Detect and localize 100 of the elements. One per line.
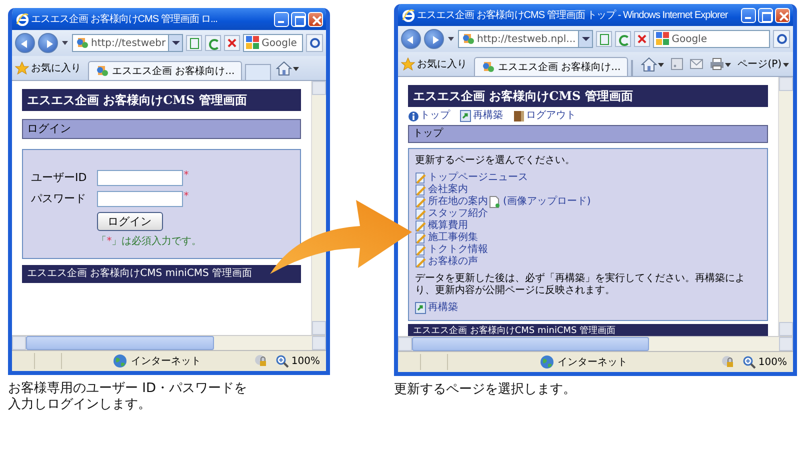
- page-link[interactable]: トップページニュース: [428, 172, 528, 184]
- browser-tab[interactable]: エスエス企画 お客様向け...: [474, 57, 628, 76]
- page-link[interactable]: お客様の声: [428, 256, 478, 268]
- globe-icon: [540, 355, 554, 369]
- page-icon: [75, 36, 89, 50]
- nav-link[interactable]: トップ: [420, 110, 450, 122]
- rebuild-link[interactable]: 再構築: [428, 302, 458, 314]
- maximize-button[interactable]: [291, 12, 306, 26]
- page-icon: [461, 32, 475, 46]
- page-link[interactable]: 所在地の案内: [428, 196, 488, 208]
- page-link[interactable]: 施工事例集: [428, 232, 478, 244]
- browser-tab[interactable]: エスエス企画 お客様向け...: [88, 61, 242, 80]
- padlock-icon: [721, 355, 736, 369]
- edit-page-icon: [415, 232, 427, 244]
- page-header: エスエス企画 お客様向けCMS 管理画面: [408, 85, 768, 108]
- globe-icon: [113, 354, 128, 368]
- zoom-button[interactable]: 100%: [741, 356, 789, 368]
- page-icon: [481, 60, 495, 74]
- search-field[interactable]: Google: [242, 34, 303, 52]
- zone-label: インターネット: [131, 355, 202, 368]
- page-link[interactable]: トクトク情報: [428, 244, 488, 256]
- login-button[interactable]: ログイン: [96, 212, 163, 231]
- window-title: エスエス企画 お客様向けCMS 管理画面 ロ...: [31, 12, 218, 26]
- mail-icon: [690, 59, 703, 69]
- caption-text: 更新するページを選択します。: [394, 382, 577, 398]
- rebuild-icon: [415, 302, 427, 314]
- notice-text: データを更新した後は、必ず「再構築」を実行してください。再構築により、更新内容が公開ページに反映されます。: [415, 273, 746, 298]
- vertical-scrollbar[interactable]: [778, 77, 793, 336]
- star-icon: [401, 57, 415, 71]
- horizontal-scrollbar[interactable]: [12, 335, 326, 350]
- search-field[interactable]: Google: [652, 30, 770, 48]
- maximize-button[interactable]: [758, 8, 773, 22]
- horizontal-scrollbar[interactable]: [398, 336, 793, 351]
- page-link[interactable]: 会社案内: [428, 184, 468, 196]
- search-provider-icon: [656, 32, 670, 46]
- door-icon: [513, 110, 525, 122]
- input-field[interactable]: [96, 170, 183, 186]
- favorites-button[interactable]: お気に入り: [15, 58, 85, 78]
- required-note: 「*」は必須入力です。: [96, 236, 203, 248]
- edit-page-icon: [415, 256, 427, 268]
- back-button[interactable]: [15, 33, 35, 53]
- required-mark: *: [184, 190, 190, 203]
- vertical-scrollbar[interactable]: [311, 81, 326, 335]
- zoom-button[interactable]: 100%: [274, 354, 322, 368]
- star-icon: [15, 61, 29, 75]
- address-field[interactable]: http://testwebr: [72, 34, 183, 52]
- feed-icon: [670, 58, 683, 70]
- page-header: エスエス企画 お客様向けCMS 管理画面: [22, 89, 301, 112]
- page-link[interactable]: スタッフ紹介: [428, 208, 488, 220]
- minimize-button[interactable]: [274, 12, 289, 26]
- required-mark: *: [184, 170, 190, 182]
- upload-link[interactable]: (画像アップロード): [503, 196, 591, 208]
- forward-button[interactable]: [38, 33, 58, 53]
- forward-button[interactable]: [424, 29, 444, 49]
- edit-page-icon: [415, 172, 427, 184]
- home-icon: [276, 60, 292, 76]
- back-button[interactable]: [401, 29, 421, 49]
- refresh-button[interactable]: [614, 31, 631, 47]
- close-button[interactable]: [308, 12, 323, 26]
- magnifier-icon: [276, 354, 290, 368]
- home-icon: [640, 56, 657, 72]
- refresh-button[interactable]: [204, 35, 221, 51]
- page-link[interactable]: 概算費用: [428, 220, 468, 232]
- instruction-text: 更新するページを選んでください。: [415, 155, 576, 168]
- stop-button[interactable]: [224, 35, 240, 51]
- page-footer: エスエス企画 お客様向けCMS miniCMS 管理画面: [22, 264, 301, 283]
- document-add-icon: [489, 196, 500, 208]
- dropdown-button[interactable]: [578, 31, 592, 47]
- edit-page-icon: [415, 196, 427, 208]
- e-logo-icon: [402, 8, 415, 22]
- search-button[interactable]: [306, 34, 323, 52]
- field-label: ユーザーID: [31, 170, 87, 184]
- info-icon: [408, 110, 419, 122]
- section-bar: トップ: [408, 125, 768, 144]
- padlock-icon: [254, 354, 268, 368]
- search-button[interactable]: [773, 30, 790, 48]
- rebuild-icon: [460, 110, 472, 122]
- stop-button[interactable]: [634, 31, 650, 47]
- input-field[interactable]: [96, 190, 183, 207]
- edit-page-icon: [415, 220, 427, 232]
- nav-link[interactable]: ログアウト: [526, 110, 576, 122]
- window-title: エスエス企画 お客様向けCMS 管理画面 トップ - Windows Internet Explorer: [417, 8, 729, 22]
- nav-link[interactable]: 再構築: [473, 110, 503, 122]
- edit-page-icon: [415, 244, 427, 256]
- printer-icon: [710, 58, 724, 70]
- page-menu[interactable]: ページ(P): [736, 54, 791, 74]
- zone-label: インターネット: [558, 356, 628, 369]
- favorites-button[interactable]: お気に入り: [401, 54, 471, 74]
- page-icon: [95, 64, 109, 78]
- minimize-button[interactable]: [741, 8, 756, 22]
- address-field[interactable]: http://testweb.npl...: [458, 30, 593, 48]
- section-bar: ログイン: [22, 119, 301, 139]
- magnifier-icon: [743, 356, 756, 368]
- dropdown-button[interactable]: [168, 35, 182, 51]
- e-logo-icon: [16, 12, 29, 26]
- edit-page-icon: [415, 208, 427, 220]
- search-provider-icon: [246, 36, 260, 50]
- close-button[interactable]: [775, 8, 790, 22]
- caption-text: お客様専用のユーザー ID・パスワードを 入力しログインします。: [8, 381, 248, 412]
- edit-page-icon: [415, 184, 427, 196]
